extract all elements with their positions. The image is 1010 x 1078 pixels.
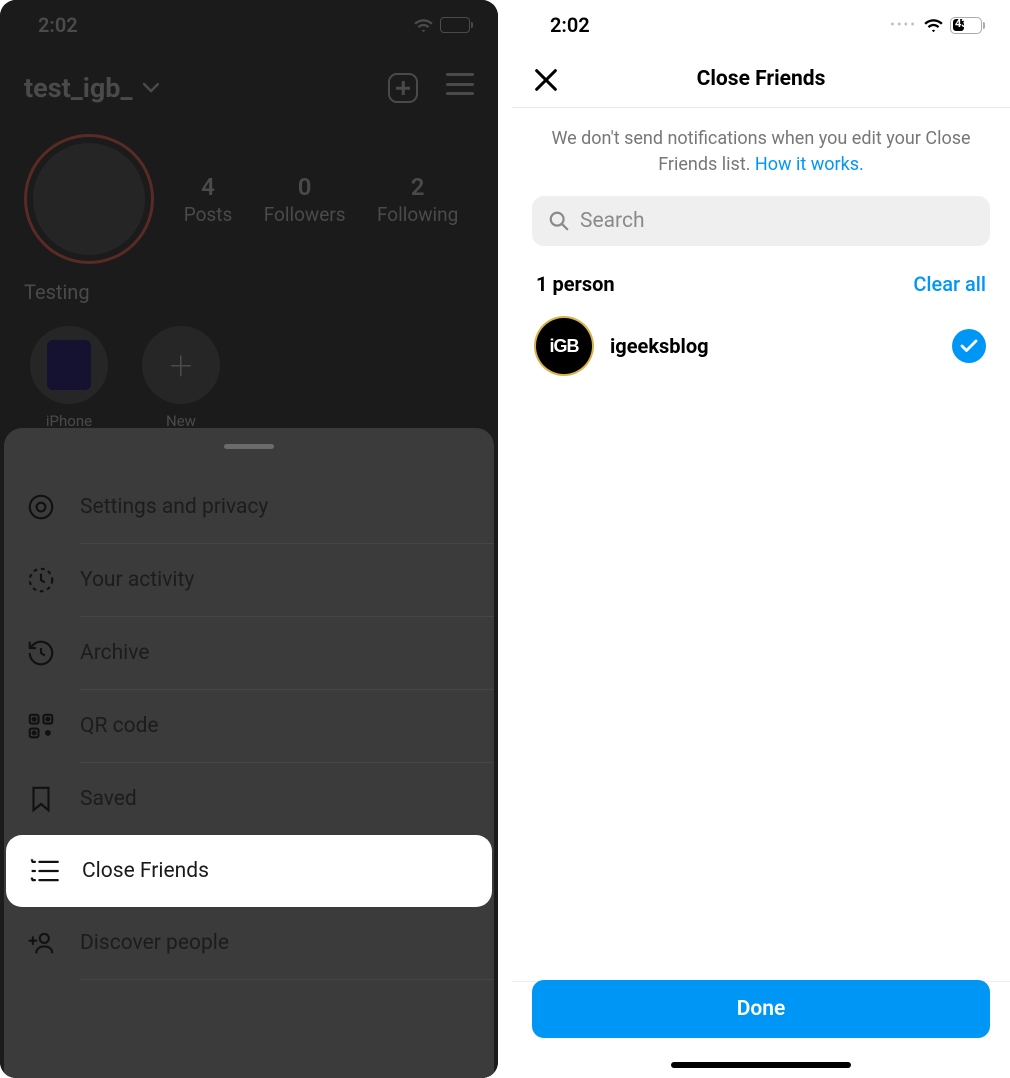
menu-label: Discover people bbox=[80, 931, 229, 955]
menu-item-qrcode[interactable]: QR code bbox=[4, 690, 494, 762]
menu-item-archive[interactable]: Archive bbox=[4, 617, 494, 689]
username-dropdown[interactable]: test_igb_ bbox=[24, 72, 159, 104]
battery-icon bbox=[440, 17, 470, 33]
check-icon bbox=[960, 339, 978, 353]
status-indicators bbox=[413, 17, 470, 33]
menu-label: Settings and privacy bbox=[80, 495, 268, 519]
menu-label: Archive bbox=[80, 641, 149, 665]
wifi-icon bbox=[923, 18, 944, 33]
search-icon bbox=[548, 210, 570, 232]
home-indicator bbox=[671, 1062, 851, 1068]
sheet-grabber[interactable] bbox=[224, 444, 274, 449]
selected-check[interactable] bbox=[952, 329, 986, 363]
close-button[interactable] bbox=[530, 64, 562, 96]
highlight-new[interactable]: + New bbox=[142, 326, 220, 430]
selected-count: 1 person bbox=[536, 272, 615, 296]
friend-username: igeeksblog bbox=[610, 334, 934, 358]
bookmark-icon bbox=[26, 784, 80, 814]
qrcode-icon bbox=[26, 711, 80, 741]
avatar: iGB bbox=[536, 318, 592, 374]
clear-all-button[interactable]: Clear all bbox=[913, 272, 986, 296]
friend-row[interactable]: iGB igeeksblog bbox=[512, 304, 1010, 388]
chevron-down-icon bbox=[143, 83, 159, 93]
close-friends-icon bbox=[28, 856, 82, 886]
menu-label: Close Friends bbox=[82, 859, 209, 883]
menu-label: QR code bbox=[80, 714, 159, 738]
battery-icon: 43 bbox=[950, 17, 982, 34]
status-bar: 2:02 bbox=[0, 0, 498, 50]
profile-header: test_igb_ 4Posts 0Followers 2Following T… bbox=[0, 50, 498, 430]
stat-followers[interactable]: 0Followers bbox=[264, 173, 346, 226]
discover-people-icon bbox=[26, 928, 80, 958]
highlight-item[interactable]: iPhone bbox=[30, 326, 108, 430]
search-input[interactable] bbox=[580, 209, 974, 233]
highlight-thumb-icon bbox=[47, 340, 91, 390]
done-button[interactable]: Done bbox=[532, 980, 990, 1038]
wifi-icon bbox=[413, 18, 434, 33]
username-text: test_igb_ bbox=[24, 72, 133, 104]
menu-button[interactable] bbox=[446, 73, 474, 95]
gear-icon bbox=[26, 492, 80, 522]
recording-indicator-icon: •••• bbox=[890, 17, 917, 33]
archive-icon bbox=[26, 638, 80, 668]
status-time: 2:02 bbox=[550, 13, 590, 37]
menu-item-close-friends[interactable]: Close Friends bbox=[6, 835, 492, 907]
status-indicators: •••• 43 bbox=[890, 17, 982, 34]
stat-following[interactable]: 2Following bbox=[377, 173, 458, 226]
activity-icon bbox=[26, 565, 80, 595]
story-avatar[interactable] bbox=[24, 134, 154, 264]
page-header: Close Friends bbox=[512, 50, 1010, 108]
menu-item-discover[interactable]: Discover people bbox=[4, 907, 494, 979]
menu-item-activity[interactable]: Your activity bbox=[4, 544, 494, 616]
stat-posts[interactable]: 4Posts bbox=[184, 173, 233, 226]
plus-icon: + bbox=[170, 342, 193, 389]
display-name: Testing bbox=[24, 280, 474, 304]
menu-item-settings[interactable]: Settings and privacy bbox=[4, 471, 494, 543]
create-button[interactable] bbox=[388, 73, 418, 103]
phone-right: 2:02 •••• 43 Close Friends We don't send… bbox=[512, 0, 1010, 1078]
menu-item-saved[interactable]: Saved bbox=[4, 763, 494, 835]
status-time: 2:02 bbox=[38, 13, 78, 37]
search-field[interactable] bbox=[532, 196, 990, 246]
phone-left: 2:02 test_igb_ bbox=[0, 0, 498, 1078]
close-icon bbox=[532, 66, 560, 94]
battery-pct: 43 bbox=[955, 17, 968, 30]
menu-label: Your activity bbox=[80, 568, 194, 592]
info-text: We don't send notifications when you edi… bbox=[512, 108, 1010, 178]
bottom-sheet: Settings and privacy Your activity Archi… bbox=[4, 428, 494, 1078]
how-it-works-link[interactable]: How it works. bbox=[755, 154, 864, 175]
page-title: Close Friends bbox=[697, 67, 826, 91]
status-bar: 2:02 •••• 43 bbox=[512, 0, 1010, 50]
menu-label: Saved bbox=[80, 787, 137, 811]
